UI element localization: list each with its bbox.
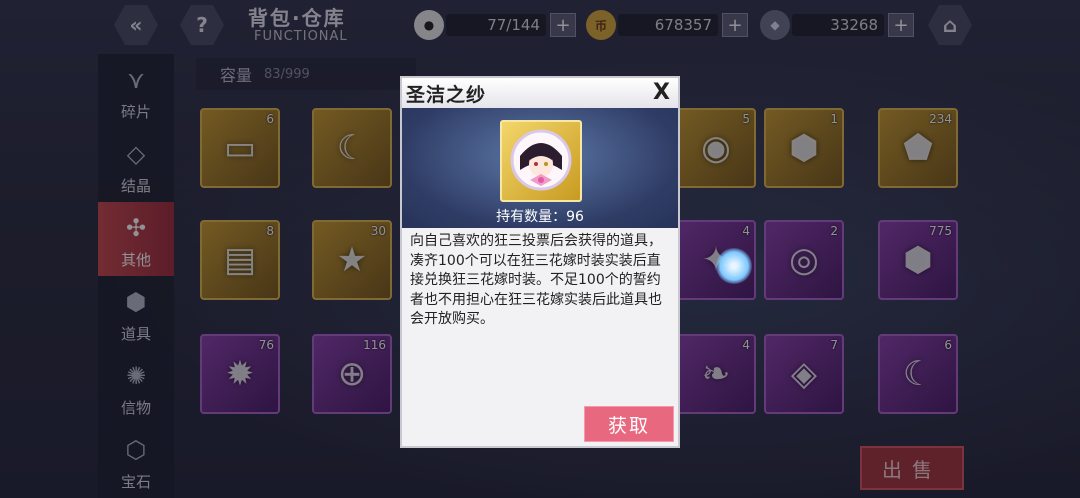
item-detail-dialog: 圣洁之纱 X 持有数量：96 向自己喜欢的狂三投票后会获得的道具，凑齐100个可… <box>400 76 680 448</box>
veil-character-icon <box>510 129 572 191</box>
close-button[interactable]: X <box>653 80 670 105</box>
item-portrait <box>500 120 582 202</box>
dialog-title: 圣洁之纱 <box>406 83 487 106</box>
obtain-button[interactable]: 获取 <box>584 406 674 442</box>
owned-count: 持有数量：96 <box>496 209 584 225</box>
glow-effect <box>716 248 752 284</box>
item-description: 向自己喜欢的狂三投票后会获得的道具，凑齐100个可以在狂三花嫁时装实装后直接兑换… <box>410 233 662 327</box>
dialog-header: 圣洁之纱 X <box>402 78 678 108</box>
dialog-banner: 持有数量：96 <box>402 108 678 228</box>
